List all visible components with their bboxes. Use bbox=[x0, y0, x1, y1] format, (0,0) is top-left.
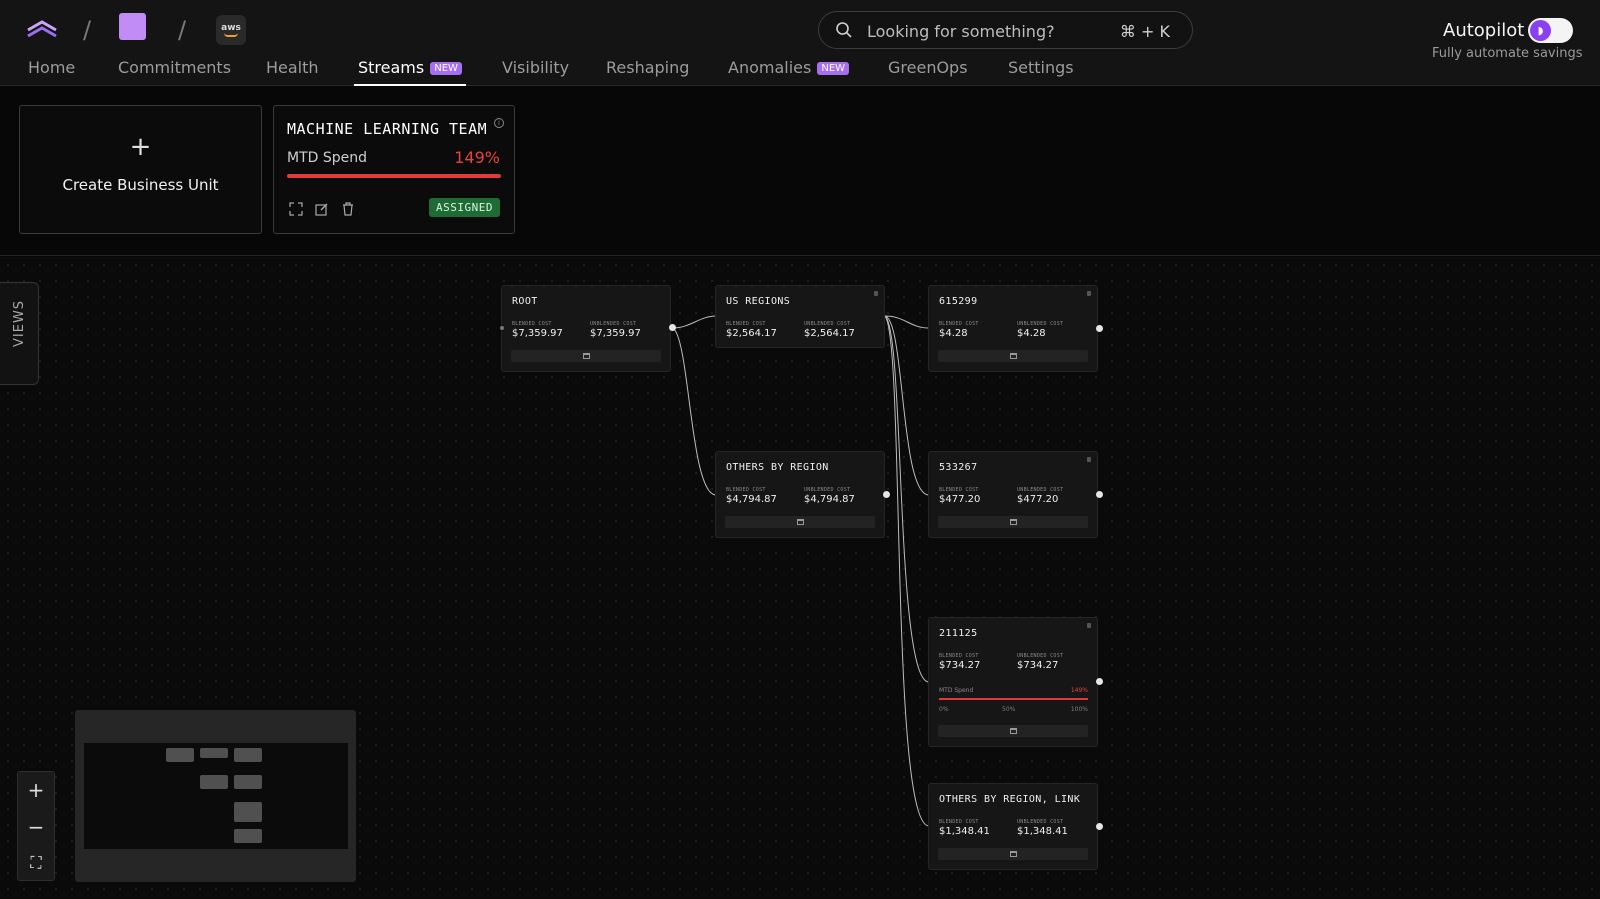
node-title: 615299 bbox=[939, 296, 978, 307]
node-input-handle[interactable] bbox=[500, 326, 504, 330]
blended-cost-value: $7,359.97 bbox=[512, 328, 563, 339]
node-footer-button[interactable] bbox=[938, 516, 1088, 528]
mtd-spend-label: MTD Spend bbox=[939, 687, 974, 694]
blended-cost-value: $734.27 bbox=[939, 660, 981, 671]
node-title: 211125 bbox=[939, 628, 978, 639]
blended-cost-value: $4.28 bbox=[939, 328, 968, 339]
node-title: 533267 bbox=[939, 462, 978, 473]
scale-tick: 50% bbox=[1002, 706, 1016, 713]
minimap-node bbox=[234, 748, 262, 762]
filter-icon bbox=[1010, 851, 1017, 857]
node-output-handle[interactable] bbox=[1096, 678, 1103, 685]
blended-cost-label: BLENDED COST bbox=[939, 653, 979, 659]
scale-tick: 0% bbox=[939, 706, 949, 713]
unblended-cost-label: UNBLENDED COST bbox=[1017, 487, 1064, 493]
node-output-handle[interactable] bbox=[1096, 823, 1103, 830]
filter-icon bbox=[1010, 519, 1017, 525]
node-title: OTHERS BY REGION bbox=[726, 462, 829, 473]
unblended-cost-value: $477.20 bbox=[1017, 494, 1059, 505]
blended-cost-label: BLENDED COST bbox=[512, 321, 552, 327]
filter-icon bbox=[1010, 353, 1017, 359]
blended-cost-value: $1,348.41 bbox=[939, 826, 990, 837]
blended-cost-label: BLENDED COST bbox=[726, 487, 766, 493]
edge-us-211125 bbox=[884, 315, 930, 683]
node-output-handle[interactable] bbox=[669, 324, 676, 331]
mtd-spend-bar bbox=[939, 698, 1088, 700]
scale-tick: 100% bbox=[1070, 706, 1088, 713]
mtd-spend-percent: 149% bbox=[1070, 687, 1088, 694]
blended-cost-label: BLENDED COST bbox=[939, 487, 979, 493]
zoom-out-button[interactable]: − bbox=[18, 809, 54, 845]
node-footer-button[interactable] bbox=[725, 516, 875, 528]
blended-cost-label: BLENDED COST bbox=[726, 321, 766, 327]
blended-cost-value: $477.20 bbox=[939, 494, 981, 505]
pin-icon[interactable] bbox=[1087, 291, 1091, 296]
pin-icon[interactable] bbox=[874, 291, 878, 296]
unblended-cost-value: $2,564.17 bbox=[804, 328, 855, 339]
zoom-in-button[interactable]: + bbox=[18, 772, 54, 808]
filter-icon bbox=[1010, 728, 1017, 734]
unblended-cost-value: $4.28 bbox=[1017, 328, 1046, 339]
unblended-cost-value: $7,359.97 bbox=[590, 328, 641, 339]
node-title: US REGIONS bbox=[726, 296, 791, 307]
edge-us-others-link bbox=[884, 315, 930, 827]
fit-view-button[interactable]: ⛶ bbox=[18, 845, 54, 881]
node-output-handle[interactable] bbox=[883, 491, 890, 498]
node-account-211125[interactable]: 211125 BLENDED COST UNBLENDED COST $734.… bbox=[928, 617, 1098, 747]
node-others-by-region[interactable]: OTHERS BY REGION BLENDED COST UNBLENDED … bbox=[715, 451, 885, 538]
minimap-node bbox=[234, 829, 262, 843]
minimap-node bbox=[234, 802, 262, 822]
node-footer-button[interactable] bbox=[938, 725, 1088, 737]
node-root[interactable]: ROOT BLENDED COST UNBLENDED COST $7,359.… bbox=[501, 285, 671, 372]
node-footer-button[interactable] bbox=[511, 350, 661, 362]
minimap-node bbox=[200, 748, 228, 758]
unblended-cost-label: UNBLENDED COST bbox=[804, 321, 851, 327]
node-us-regions[interactable]: US REGIONS BLENDED COST UNBLENDED COST $… bbox=[715, 285, 885, 348]
pin-icon[interactable] bbox=[1087, 623, 1091, 628]
blended-cost-value: $4,794.87 bbox=[726, 494, 777, 505]
edge-root-others bbox=[672, 327, 717, 496]
filter-icon bbox=[583, 353, 590, 359]
node-title: OTHERS BY REGION, LINK bbox=[939, 794, 1081, 805]
unblended-cost-label: UNBLENDED COST bbox=[1017, 819, 1064, 825]
edge-root-us-regions bbox=[672, 315, 717, 329]
pin-icon[interactable] bbox=[1087, 457, 1091, 462]
unblended-cost-label: UNBLENDED COST bbox=[1017, 653, 1064, 659]
blended-cost-label: BLENDED COST bbox=[939, 819, 979, 825]
unblended-cost-label: UNBLENDED COST bbox=[804, 487, 851, 493]
blended-cost-value: $2,564.17 bbox=[726, 328, 777, 339]
node-title: ROOT bbox=[512, 296, 538, 307]
node-others-by-region-link[interactable]: OTHERS BY REGION, LINK BLENDED COST UNBL… bbox=[928, 783, 1098, 870]
unblended-cost-label: UNBLENDED COST bbox=[1017, 321, 1064, 327]
zoom-controls: + − ⛶ bbox=[17, 771, 55, 881]
minimap[interactable] bbox=[75, 710, 356, 882]
unblended-cost-value: $4,794.87 bbox=[804, 494, 855, 505]
unblended-cost-label: UNBLENDED COST bbox=[590, 321, 637, 327]
node-footer-button[interactable] bbox=[938, 350, 1088, 362]
minimap-node bbox=[200, 775, 228, 789]
node-account-615299[interactable]: 615299 BLENDED COST UNBLENDED COST $4.28… bbox=[928, 285, 1098, 372]
unblended-cost-value: $1,348.41 bbox=[1017, 826, 1068, 837]
filter-icon bbox=[797, 519, 804, 525]
minimap-node bbox=[166, 748, 194, 762]
minimap-node bbox=[234, 775, 262, 789]
node-output-handle[interactable] bbox=[1096, 491, 1103, 498]
edge-us-533267 bbox=[884, 315, 930, 496]
blended-cost-label: BLENDED COST bbox=[939, 321, 979, 327]
node-footer-button[interactable] bbox=[938, 848, 1088, 860]
node-account-533267[interactable]: 533267 BLENDED COST UNBLENDED COST $477.… bbox=[928, 451, 1098, 538]
node-output-handle[interactable] bbox=[1096, 325, 1103, 332]
unblended-cost-value: $734.27 bbox=[1017, 660, 1059, 671]
minimap-viewport[interactable] bbox=[84, 743, 348, 849]
